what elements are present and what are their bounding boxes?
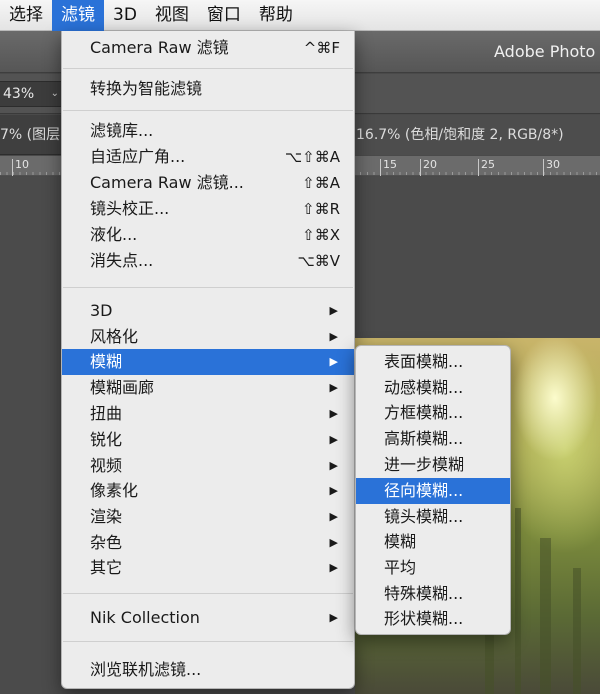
submenu-item-blur[interactable]: 模糊	[356, 529, 510, 555]
menu-item-pixelate[interactable]: 像素化 ▶	[62, 478, 354, 504]
blur-submenu: 表面模糊... 动感模糊... 方框模糊... 高斯模糊... 进一步模糊 径向…	[355, 345, 511, 635]
menu-item-label: 自适应广角...	[90, 147, 186, 166]
menu-item-label: Camera Raw 滤镜	[90, 38, 229, 57]
menu-item-other[interactable]: 其它 ▶	[62, 555, 354, 581]
submenu-arrow-icon: ▶	[329, 484, 338, 497]
menu-item-filter-gallery[interactable]: 滤镜库...	[62, 118, 354, 144]
submenu-arrow-icon: ▶	[329, 407, 338, 420]
shortcut-label: ⌥⇧⌘A	[284, 148, 340, 166]
menu-item-blur[interactable]: 模糊 ▶	[62, 349, 354, 375]
submenu-arrow-icon: ▶	[329, 510, 338, 523]
document-tab-2[interactable]: 16.7% (色相/饱和度 2, RGB/8*)	[352, 115, 600, 155]
submenu-arrow-icon: ▶	[329, 561, 338, 574]
menu-help[interactable]: 帮助	[250, 0, 302, 31]
menu-item-3d[interactable]: 3D ▶	[62, 298, 354, 324]
menu-item-convert-smart-filter[interactable]: 转换为智能滤镜	[62, 76, 354, 102]
menu-item-label: 像素化	[90, 481, 139, 500]
shortcut-label: ⌥⌘V	[297, 252, 340, 270]
menu-item-stylize[interactable]: 风格化 ▶	[62, 324, 354, 350]
menu-3d[interactable]: 3D	[104, 0, 146, 31]
zoom-value: 43%	[3, 86, 35, 102]
menu-item-nik-collection[interactable]: Nik Collection ▶	[62, 605, 354, 631]
ruler-number: 15	[380, 159, 397, 176]
menu-item-label: 消失点...	[90, 251, 154, 270]
menu-item-label: 滤镜库...	[90, 121, 154, 140]
menu-item-distort[interactable]: 扭曲 ▶	[62, 401, 354, 427]
menu-view[interactable]: 视图	[146, 0, 198, 31]
menu-item-label: 渲染	[90, 507, 123, 526]
menu-item-sharpen[interactable]: 锐化 ▶	[62, 427, 354, 453]
shortcut-label: ⇧⌘R	[302, 200, 340, 218]
menu-item-label: 模糊	[90, 352, 123, 371]
submenu-arrow-icon: ▶	[329, 355, 338, 368]
submenu-item-motion-blur[interactable]: 动感模糊...	[356, 375, 510, 401]
menu-item-label: 液化...	[90, 225, 138, 244]
image-detail	[540, 538, 551, 694]
menu-item-camera-raw[interactable]: Camera Raw 滤镜... ⇧⌘A	[62, 170, 354, 196]
document-tab-1[interactable]: 7% (图层	[0, 115, 64, 155]
submenu-item-smart-blur[interactable]: 特殊模糊...	[356, 581, 510, 607]
shortcut-label: ⇧⌘X	[302, 226, 340, 244]
menu-item-video[interactable]: 视频 ▶	[62, 453, 354, 479]
menu-item-adaptive-wide-angle[interactable]: 自适应广角... ⌥⇧⌘A	[62, 144, 354, 170]
chevron-down-icon: ⌄	[50, 88, 59, 99]
submenu-arrow-icon: ▶	[329, 381, 338, 394]
menu-item-label: Nik Collection	[90, 608, 200, 627]
menu-item-label: 其它	[90, 558, 123, 577]
menu-item-last-filter[interactable]: Camera Raw 滤镜 ^⌘F	[62, 35, 354, 61]
menu-item-browse-online-filters[interactable]: 浏览联机滤镜...	[62, 657, 354, 683]
submenu-item-blur-more[interactable]: 进一步模糊	[356, 452, 510, 478]
submenu-arrow-icon: ▶	[329, 611, 338, 624]
shortcut-label: ^⌘F	[303, 39, 340, 57]
filter-menu: Camera Raw 滤镜 ^⌘F 转换为智能滤镜 滤镜库... 自适应广角..…	[61, 31, 355, 689]
app-title: Adobe Photo	[494, 42, 596, 61]
submenu-item-radial-blur[interactable]: 径向模糊...	[356, 478, 510, 504]
menu-item-label: 杂色	[90, 533, 123, 552]
menu-separator	[63, 68, 353, 69]
ruler-number: 10	[12, 159, 29, 176]
submenu-item-surface-blur[interactable]: 表面模糊...	[356, 349, 510, 375]
submenu-arrow-icon: ▶	[329, 330, 338, 343]
ruler-number: 30	[543, 159, 560, 176]
menu-item-label: 3D	[90, 301, 113, 320]
submenu-item-lens-blur[interactable]: 镜头模糊...	[356, 504, 510, 530]
menu-separator	[63, 641, 353, 642]
menu-item-label: 扭曲	[90, 404, 123, 423]
menu-separator	[63, 593, 353, 594]
submenu-arrow-icon: ▶	[329, 433, 338, 446]
menu-separator	[63, 287, 353, 288]
submenu-item-average[interactable]: 平均	[356, 555, 510, 581]
ruler-number: 25	[478, 159, 495, 176]
menu-bar: 选择 滤镜 3D 视图 窗口 帮助	[0, 0, 600, 31]
submenu-arrow-icon: ▶	[329, 536, 338, 549]
menu-item-label: Camera Raw 滤镜...	[90, 173, 244, 192]
menu-item-vanishing-point[interactable]: 消失点... ⌥⌘V	[62, 248, 354, 274]
shortcut-label: ⇧⌘A	[302, 174, 340, 192]
submenu-item-gaussian-blur[interactable]: 高斯模糊...	[356, 426, 510, 452]
submenu-arrow-icon: ▶	[329, 459, 338, 472]
menu-item-liquify[interactable]: 液化... ⇧⌘X	[62, 222, 354, 248]
ruler-number: 20	[420, 159, 437, 176]
menu-item-noise[interactable]: 杂色 ▶	[62, 530, 354, 556]
menu-select[interactable]: 选择	[0, 0, 52, 31]
menu-window[interactable]: 窗口	[198, 0, 250, 31]
submenu-item-box-blur[interactable]: 方框模糊...	[356, 400, 510, 426]
zoom-field[interactable]: 43% ⌄	[0, 81, 64, 107]
menu-filter[interactable]: 滤镜	[52, 0, 104, 31]
menu-item-label: 视频	[90, 456, 123, 475]
menu-item-label: 锐化	[90, 430, 123, 449]
menu-item-blur-gallery[interactable]: 模糊画廊 ▶	[62, 375, 354, 401]
menu-separator	[63, 110, 353, 111]
submenu-arrow-icon: ▶	[329, 304, 338, 317]
menu-item-label: 模糊画廊	[90, 378, 155, 397]
image-detail	[515, 508, 521, 694]
submenu-item-shape-blur[interactable]: 形状模糊...	[356, 606, 510, 632]
menu-item-label: 风格化	[90, 327, 139, 346]
menu-item-label: 镜头校正...	[90, 199, 170, 218]
menu-item-lens-correction[interactable]: 镜头校正... ⇧⌘R	[62, 196, 354, 222]
image-detail	[573, 568, 581, 694]
menu-item-render[interactable]: 渲染 ▶	[62, 504, 354, 530]
